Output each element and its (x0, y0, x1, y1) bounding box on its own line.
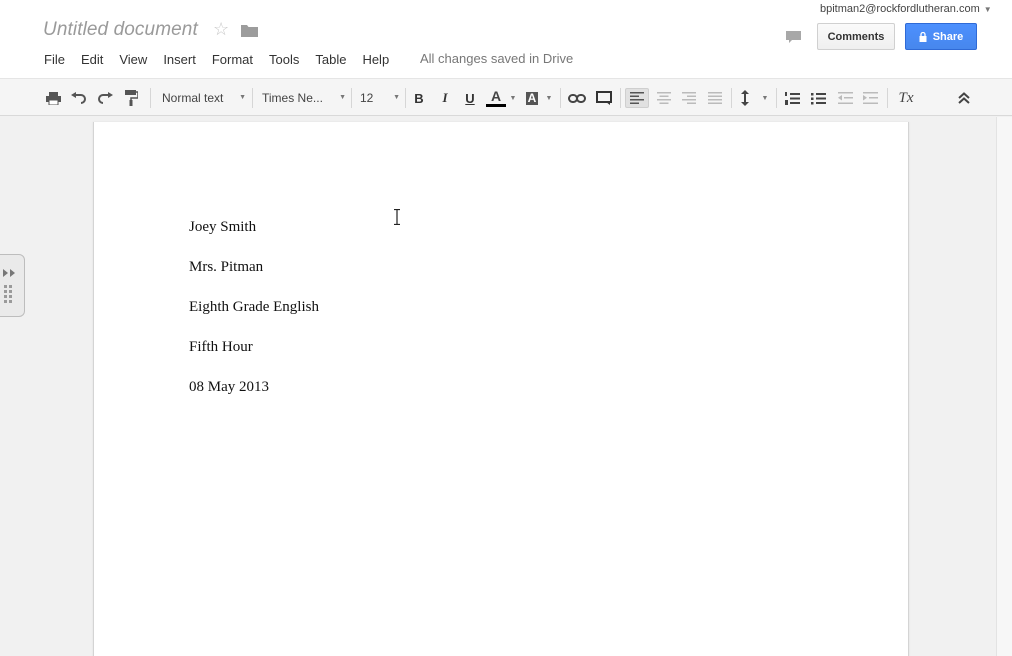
font-family-value: Times Ne... (262, 91, 323, 105)
menu-file[interactable]: File (44, 52, 65, 67)
align-center-icon[interactable] (654, 88, 674, 108)
grip-icon (4, 285, 12, 303)
bold-button[interactable]: B (411, 88, 427, 108)
line-spacing-icon[interactable] (737, 88, 753, 108)
print-icon[interactable] (44, 88, 62, 108)
toolbar-separator (252, 88, 253, 108)
toolbar-separator (351, 88, 352, 108)
collapse-icon[interactable] (955, 88, 973, 108)
menu-view[interactable]: View (119, 52, 147, 67)
document-title[interactable]: Untitled document (43, 19, 198, 41)
menu-help[interactable]: Help (362, 52, 389, 67)
comments-button[interactable]: Comments (817, 23, 895, 50)
font-size-select[interactable]: 12 ▼ (360, 89, 400, 107)
highlight-color-button[interactable]: A (522, 88, 542, 108)
text-color-letter: A (490, 88, 502, 104)
toolbar: Normal text ▼ Times Ne... ▼ 12 ▼ B I U A ▼ … (0, 78, 1012, 116)
menu-format[interactable]: Format (212, 52, 253, 67)
document-line-name[interactable]: Joey Smith (189, 219, 256, 236)
toolbar-separator (731, 88, 732, 108)
lock-icon (919, 31, 927, 42)
toolbar-separator (560, 88, 561, 108)
text-cursor-icon (394, 209, 400, 225)
toolbar-separator (150, 88, 151, 108)
increase-indent-icon[interactable] (861, 88, 879, 108)
paragraph-style-value: Normal text (162, 91, 224, 105)
justify-icon[interactable] (705, 88, 725, 108)
document-line-class[interactable]: Eighth Grade English (189, 299, 319, 316)
undo-icon[interactable] (70, 88, 88, 108)
menu-bar: File Edit View Insert Format Tools Table… (44, 50, 405, 68)
chevron-down-icon: ▼ (339, 94, 346, 101)
save-status: All changes saved in Drive (420, 51, 574, 66)
vertical-scrollbar[interactable] (996, 117, 1012, 656)
italic-button[interactable]: I (437, 88, 453, 108)
chevron-down-icon[interactable]: ▼ (509, 88, 517, 108)
account-menu[interactable]: bpitman2@rockfordlutheran.com ▼ (820, 3, 992, 15)
document-page[interactable]: Joey Smith Mrs. Pitman Eighth Grade Engl… (93, 122, 909, 656)
toolbar-separator (405, 88, 406, 108)
share-button[interactable]: Share (905, 23, 977, 50)
toolbar-separator (776, 88, 777, 108)
menu-tools[interactable]: Tools (269, 52, 299, 67)
highlight-letter: A (525, 90, 539, 105)
expand-icon (3, 269, 15, 277)
link-icon[interactable] (567, 88, 587, 108)
align-left-icon[interactable] (625, 88, 649, 108)
star-icon[interactable]: ☆ (213, 19, 229, 39)
toolbar-separator (887, 88, 888, 108)
font-size-value: 12 (360, 91, 374, 105)
chevron-down-icon: ▼ (239, 94, 246, 101)
menu-table[interactable]: Table (315, 52, 346, 67)
chat-icon[interactable] (786, 31, 801, 43)
paragraph-style-select[interactable]: Normal text ▼ (162, 89, 246, 107)
redo-icon[interactable] (96, 88, 114, 108)
numbered-list-icon[interactable] (783, 88, 801, 108)
document-line-hour[interactable]: Fifth Hour (189, 339, 253, 356)
chevron-down-icon[interactable]: ▼ (545, 88, 553, 108)
document-line-teacher[interactable]: Mrs. Pitman (189, 259, 263, 276)
paint-format-icon[interactable] (123, 88, 139, 108)
folder-icon[interactable] (241, 24, 258, 37)
menu-edit[interactable]: Edit (81, 52, 103, 67)
side-panel-toggle[interactable] (0, 254, 25, 317)
menu-insert[interactable]: Insert (163, 52, 196, 67)
text-color-bar (486, 104, 506, 107)
chevron-down-icon[interactable]: ▼ (761, 88, 769, 108)
document-line-date[interactable]: 08 May 2013 (189, 379, 269, 396)
decrease-indent-icon[interactable] (836, 88, 854, 108)
chevron-down-icon: ▼ (393, 94, 400, 101)
toolbar-separator (620, 88, 621, 108)
chevron-down-icon: ▼ (983, 5, 992, 14)
font-family-select[interactable]: Times Ne... ▼ (262, 89, 346, 107)
account-email: bpitman2@rockfordlutheran.com (820, 3, 980, 15)
share-label: Share (932, 30, 964, 43)
text-color-button[interactable]: A (485, 88, 507, 108)
bulleted-list-icon[interactable] (809, 88, 827, 108)
underline-button[interactable]: U (462, 88, 478, 108)
comment-icon[interactable] (595, 88, 613, 108)
clear-formatting-button[interactable]: Tx (896, 88, 916, 108)
header: Untitled document ☆ File Edit View Inser… (0, 0, 1012, 78)
align-right-icon[interactable] (679, 88, 699, 108)
